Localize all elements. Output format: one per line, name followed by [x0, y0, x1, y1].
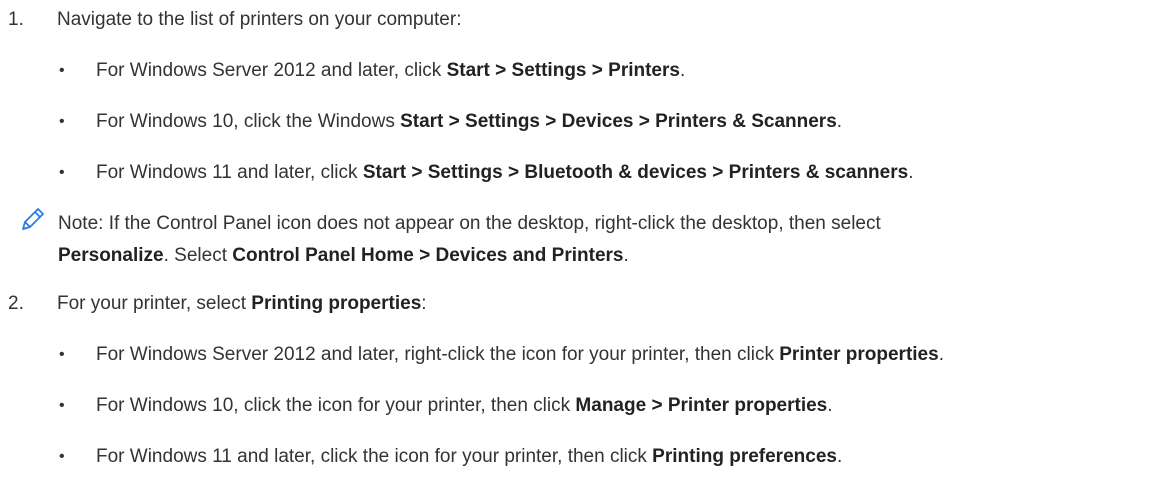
text-segment: For Windows 11 and later, click the icon… — [96, 446, 653, 467]
text-segment: For Windows 10, click the Windows — [96, 111, 401, 132]
text-segment: . — [623, 245, 629, 266]
bullet: • — [59, 113, 65, 130]
note-block: Note: If the Control Panel icon does not… — [0, 152, 1176, 266]
note-text: Note: If the Control Panel icon does not… — [58, 213, 881, 234]
text-segment: For Windows Server 2012 and later, right… — [96, 344, 780, 365]
menu-path: Personalize — [58, 245, 164, 266]
menu-path: Start > Settings > Devices > Printers & … — [400, 111, 837, 132]
menu-path: Start > Settings > Printers — [446, 60, 680, 81]
menu-path: Manage > Printer properties — [575, 395, 828, 416]
text-segment: . Select — [163, 245, 233, 266]
list-item-text: For Windows Server 2012 and later, click… — [96, 59, 685, 83]
list-item-text: For Windows 10, click the Windows Start … — [96, 110, 842, 134]
step-text: For your printer, select Printing proper… — [57, 292, 427, 316]
bullet: • — [59, 397, 65, 414]
list-item-text: For Windows Server 2012 and later, right… — [96, 343, 944, 367]
text-segment: . — [827, 395, 833, 416]
text-segment: . — [836, 111, 843, 132]
list-item-text: For Windows 11 and later, click the icon… — [96, 445, 842, 469]
menu-path: Printing properties — [251, 293, 422, 314]
bullet: • — [59, 346, 65, 363]
text-segment: : — [421, 293, 427, 314]
note-text: Personalize. Select Control Panel Home >… — [58, 244, 629, 268]
step-number: 1. — [8, 9, 24, 30]
step-text: Navigate to the list of printers on your… — [57, 9, 462, 30]
list-item-text: For Windows 10, click the icon for your … — [96, 394, 833, 418]
text-segment: . — [679, 60, 686, 81]
pencil-icon — [22, 208, 44, 230]
text-segment: For your printer, select — [57, 293, 252, 314]
step-number: 2. — [8, 293, 24, 314]
text-segment: For Windows 10, click the icon for your … — [96, 395, 576, 416]
text-segment: . — [836, 446, 843, 467]
menu-path: Printer properties — [779, 344, 939, 365]
bullet: • — [59, 448, 65, 465]
text-segment: . — [938, 344, 944, 365]
bullet: • — [59, 62, 65, 79]
text-segment: For Windows Server 2012 and later, click — [96, 60, 447, 81]
menu-path: Control Panel Home > Devices and Printer… — [232, 245, 624, 266]
menu-path: Printing preferences — [652, 446, 837, 467]
